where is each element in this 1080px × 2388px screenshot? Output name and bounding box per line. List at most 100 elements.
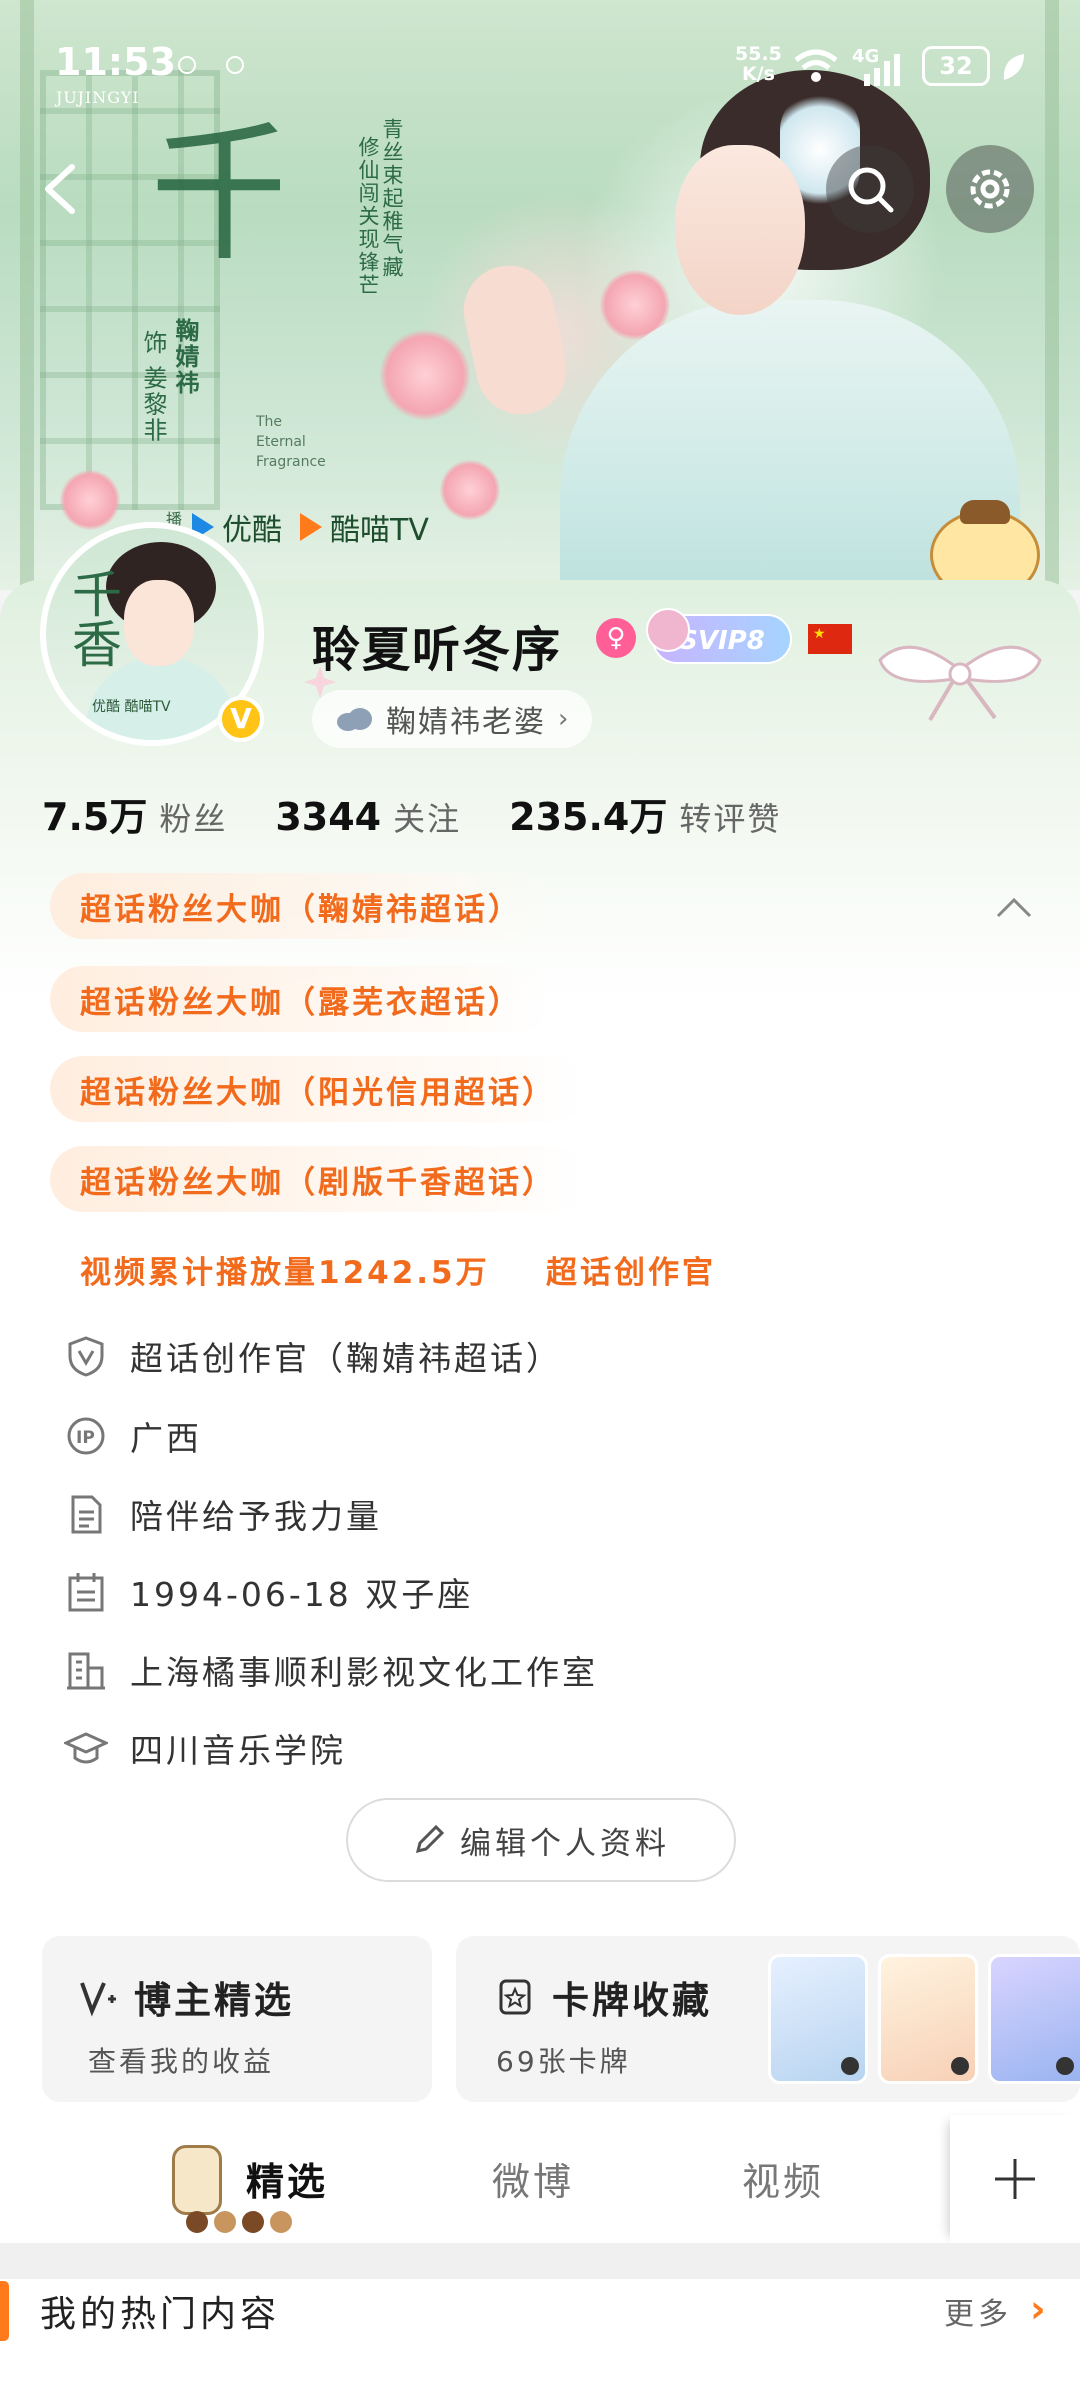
badge-tag[interactable]: 视频累计播放量1242.5万 — [50, 1236, 520, 1302]
card-collection-count: 69张卡牌 — [496, 2045, 631, 2078]
card-collection-title: 卡牌收藏 — [552, 1979, 712, 2022]
ip-location-icon: IP — [67, 1417, 105, 1455]
wifi-icon — [794, 49, 838, 82]
info-text: 四川音乐学院 — [130, 1731, 346, 1770]
info-text: 超话创作官（鞠婧祎超话） — [130, 1339, 562, 1378]
collectible-card-thumbnail[interactable] — [768, 1954, 868, 2084]
collectible-card-thumbnail[interactable] — [878, 1954, 978, 2084]
figure-hand — [455, 257, 575, 423]
gear-icon — [970, 169, 1010, 209]
company-building-icon — [67, 1652, 105, 1690]
info-bio: 陪伴给予我力量 — [64, 1490, 382, 1538]
poster-tagline-1: 青丝束起稚气藏 — [380, 118, 404, 279]
notification-icon — [226, 56, 244, 74]
stat-reposts-likes[interactable]: 235.4万 转评赞 — [509, 786, 781, 841]
section-divider — [0, 2243, 1080, 2279]
blossom-decoration — [440, 460, 500, 520]
kumiao-logo-icon — [300, 513, 322, 541]
plus-icon — [995, 2159, 1035, 2199]
info-ip-location: IP 广西 — [64, 1412, 202, 1460]
ribbon-bow-decoration — [878, 645, 1042, 722]
female-gender-icon: ♀ — [596, 618, 636, 658]
poster-actor: 鞠婧祎 — [171, 318, 200, 396]
svip-badge[interactable]: SVIP8 — [646, 608, 792, 664]
badge-tag[interactable]: 超话粉丝大咖（鞠婧祎超话） — [50, 873, 552, 939]
chevron-right-icon[interactable]: › — [1030, 2287, 1046, 2331]
signal-icon — [864, 54, 900, 86]
edit-profile-button[interactable]: 编辑个人资料 — [346, 1798, 736, 1882]
blossom-decoration — [380, 330, 470, 420]
collectible-card-thumbnail[interactable] — [988, 1954, 1080, 2084]
info-school: 四川音乐学院 — [64, 1724, 346, 1772]
platform-youku: 优酷 — [222, 513, 282, 548]
nickname: 聆夏听冬序 — [312, 622, 563, 678]
hot-content-section: 我的热门内容 更多 › — [0, 2279, 1080, 2388]
section-accent-bar — [0, 2281, 9, 2341]
platform-kumiao: 酷喵TV — [330, 513, 429, 548]
tab-featured[interactable]: 精选 — [246, 2151, 328, 2206]
content-tabs: 精选 微博 视频 — [0, 2115, 1080, 2243]
back-button[interactable] — [16, 145, 104, 233]
avatar-poster-title: 千香 — [64, 568, 122, 668]
poster-title: 千香 — [150, 120, 280, 270]
bear-badge-icon — [646, 608, 690, 652]
svg-text:IP: IP — [76, 1428, 95, 1448]
info-birthday: 1994-06-18 双子座 — [64, 1568, 473, 1616]
stat-value: 7.5万 — [42, 795, 148, 839]
edit-profile-label: 编辑个人资料 — [460, 1825, 670, 1862]
search-icon — [848, 167, 894, 213]
info-text: 广西 — [130, 1419, 202, 1458]
profile-stats: 7.5万 粉丝 3344 关注 235.4万 转评赞 — [42, 786, 829, 841]
tab-weibo[interactable]: 微博 — [492, 2151, 574, 2206]
poster-role: 饰 姜黎非 — [139, 330, 167, 444]
tab-video[interactable]: 视频 — [742, 2151, 824, 2206]
badge-tag[interactable]: 超话粉丝大咖（露芜衣超话） — [50, 966, 552, 1032]
hot-content-more-link[interactable]: 更多 — [944, 2289, 1012, 2333]
creator-pick-card[interactable]: 博主精选 查看我的收益 — [42, 1936, 432, 2102]
shield-v-icon — [68, 1336, 104, 1377]
svip-label: SVIP8 — [679, 626, 765, 656]
info-creator: 超话创作官（鞠婧祎超话） — [64, 1332, 562, 1380]
badge-tag[interactable]: 超话粉丝大咖（剧版千香超话） — [50, 1146, 586, 1212]
network-speed: 55.5 K/s — [735, 44, 782, 84]
cookie-decoration — [186, 2211, 292, 2233]
poster-tagline-2: 修仙闯关现锋芒 — [356, 136, 380, 297]
china-flag-icon: ★ — [808, 624, 852, 654]
info-text: 上海橘事顺利影视文化工作室 — [130, 1653, 598, 1692]
bio-document-icon — [71, 1495, 102, 1534]
notification-icon — [178, 56, 196, 74]
power-saving-leaf-icon — [1003, 54, 1024, 80]
settings-button[interactable] — [946, 145, 1034, 233]
stat-label: 转评赞 — [679, 800, 782, 838]
fan-group-chip[interactable]: 鞠婧祎老婆 › — [312, 690, 593, 748]
info-company: 上海橘事顺利影视文化工作室 — [64, 1646, 598, 1694]
search-button[interactable] — [826, 145, 914, 233]
blossom-decoration — [60, 470, 120, 530]
info-text: 陪伴给予我力量 — [130, 1497, 382, 1536]
card-star-icon — [499, 1979, 531, 2015]
chevron-right-icon: › — [558, 704, 571, 734]
cookie-jar-icon — [172, 2145, 222, 2215]
network-speed-unit: K/s — [741, 63, 775, 85]
status-bar: 11:53 JUJINGYI 55.5 K/s 4G 32 — [0, 0, 1080, 120]
add-tab-button[interactable] — [950, 2115, 1080, 2243]
stat-label: 关注 — [393, 800, 462, 838]
creator-pick-subtitle: 查看我的收益 — [88, 2045, 275, 2078]
figure-face — [675, 145, 805, 315]
verified-badge: V — [218, 696, 264, 742]
creator-pick-title: 博主精选 — [134, 1979, 294, 2022]
stat-following[interactable]: 3344 关注 — [275, 794, 461, 840]
status-time: 11:53 — [55, 40, 176, 84]
cloud-icon — [337, 708, 372, 731]
stat-label: 粉丝 — [159, 800, 228, 838]
info-text: 1994-06-18 双子座 — [130, 1575, 474, 1614]
calendar-icon — [68, 1573, 104, 1612]
poster-english-title: The Eternal Fragrance — [256, 414, 326, 470]
network-speed-value: 55.5 — [735, 43, 782, 65]
badge-tag[interactable]: 超话粉丝大咖（阳光信用超话） — [50, 1056, 586, 1122]
status-carrier-label: JUJINGYI — [56, 88, 140, 107]
pencil-icon — [415, 1824, 445, 1854]
collapse-chevron-up-icon[interactable] — [994, 892, 1034, 922]
stat-followers[interactable]: 7.5万 粉丝 — [42, 786, 227, 841]
badge-tag[interactable]: 超话创作官 — [516, 1236, 746, 1302]
